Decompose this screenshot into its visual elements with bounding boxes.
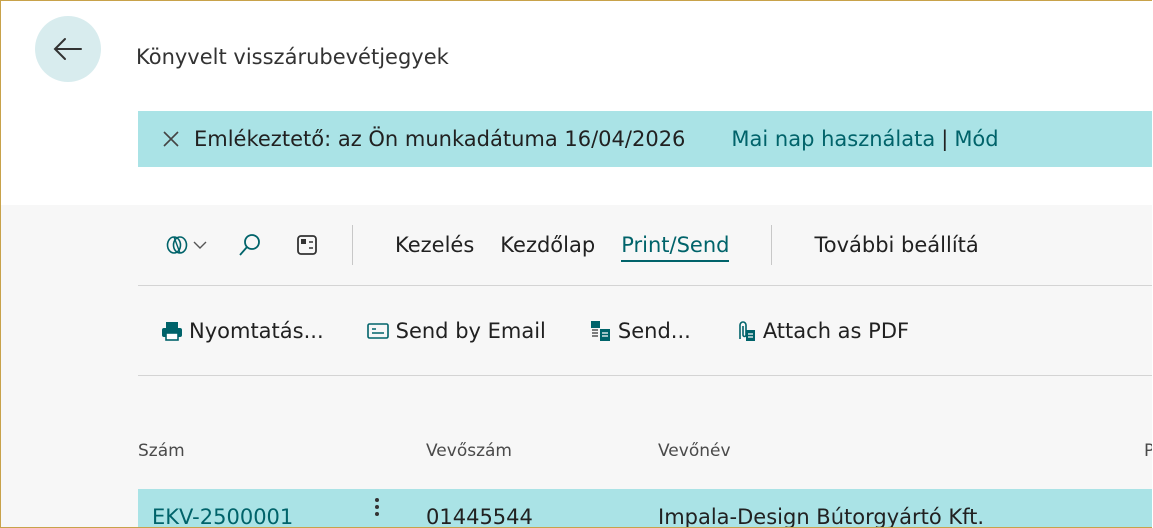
customer-number: 01445544 <box>426 505 533 528</box>
column-header-vevonev[interactable]: Vevőnév <box>658 441 731 461</box>
column-header-vevoszam[interactable]: Vevőszám <box>426 441 512 461</box>
attach-as-pdf-button[interactable]: Attach as PDF <box>733 319 909 343</box>
page-title: Könyvelt visszárubevétjegyek <box>136 45 449 69</box>
table-row[interactable]: EKV-2500001 01445544 Impala-Design Bútor… <box>138 489 1152 528</box>
tab-kezeles[interactable]: Kezelés <box>395 233 474 257</box>
send-document-icon <box>588 319 612 343</box>
layout-icon <box>297 235 317 255</box>
arrow-left-icon <box>53 38 82 60</box>
send-label: Send... <box>617 319 691 343</box>
page-frame: Könyvelt visszárubevétjegyek Emlékeztető… <box>0 0 1152 528</box>
send-by-email-label: Send by Email <box>395 319 546 343</box>
send-button[interactable]: Send... <box>588 319 691 343</box>
email-icon <box>366 321 390 341</box>
work-date-banner: Emlékeztető: az Ön munkadátuma 16/04/202… <box>138 111 1152 167</box>
more-vertical-icon <box>375 498 379 516</box>
banner-close-button[interactable] <box>162 130 180 148</box>
action-ribbon: Nyomtatás... Send by Email Send... Attac… <box>161 295 909 367</box>
printer-icon <box>161 320 183 342</box>
modify-link[interactable]: Mód <box>954 127 998 151</box>
document-number-link[interactable]: EKV-2500001 <box>152 505 293 527</box>
use-today-link[interactable]: Mai nap használata <box>731 127 935 151</box>
attach-pdf-icon <box>733 319 757 343</box>
ribbon-separator <box>138 375 1152 376</box>
tab-kezdolap[interactable]: Kezdőlap <box>500 233 595 257</box>
back-button[interactable] <box>35 16 101 82</box>
search-icon <box>239 234 260 256</box>
command-bar: Kezelés Kezdőlap Print/Send További beál… <box>138 205 1152 285</box>
tab-tovabbi-beallitasok[interactable]: További beállítá <box>814 233 978 257</box>
send-by-email-button[interactable]: Send by Email <box>366 319 546 343</box>
customer-name: Impala-Design Bútorgyártó Kft. <box>658 505 985 528</box>
views-dropdown-button[interactable] <box>192 239 208 251</box>
list-content: Kezelés Kezdőlap Print/Send További beál… <box>1 205 1152 528</box>
row-actions-icon[interactable] <box>374 497 380 522</box>
chevron-down-icon <box>193 241 207 249</box>
command-bar-divider <box>352 225 353 265</box>
column-header-p[interactable]: P <box>1144 441 1152 461</box>
filter-toggle-icon <box>166 236 188 254</box>
search-button[interactable] <box>238 233 262 257</box>
filter-pane-button[interactable] <box>166 234 188 256</box>
column-header-szam[interactable]: Szám <box>138 441 185 461</box>
attach-as-pdf-label: Attach as PDF <box>762 319 910 343</box>
banner-message: Emlékeztető: az Ön munkadátuma 16/04/202… <box>194 127 686 151</box>
close-icon <box>163 131 179 147</box>
banner-separator: | <box>941 127 949 151</box>
print-label: Nyomtatás... <box>189 319 324 343</box>
command-bar-divider <box>771 225 773 265</box>
layout-button[interactable] <box>296 234 318 256</box>
tab-print-send[interactable]: Print/Send <box>621 233 730 262</box>
command-bar-separator <box>138 285 1152 286</box>
print-button[interactable]: Nyomtatás... <box>161 319 324 343</box>
